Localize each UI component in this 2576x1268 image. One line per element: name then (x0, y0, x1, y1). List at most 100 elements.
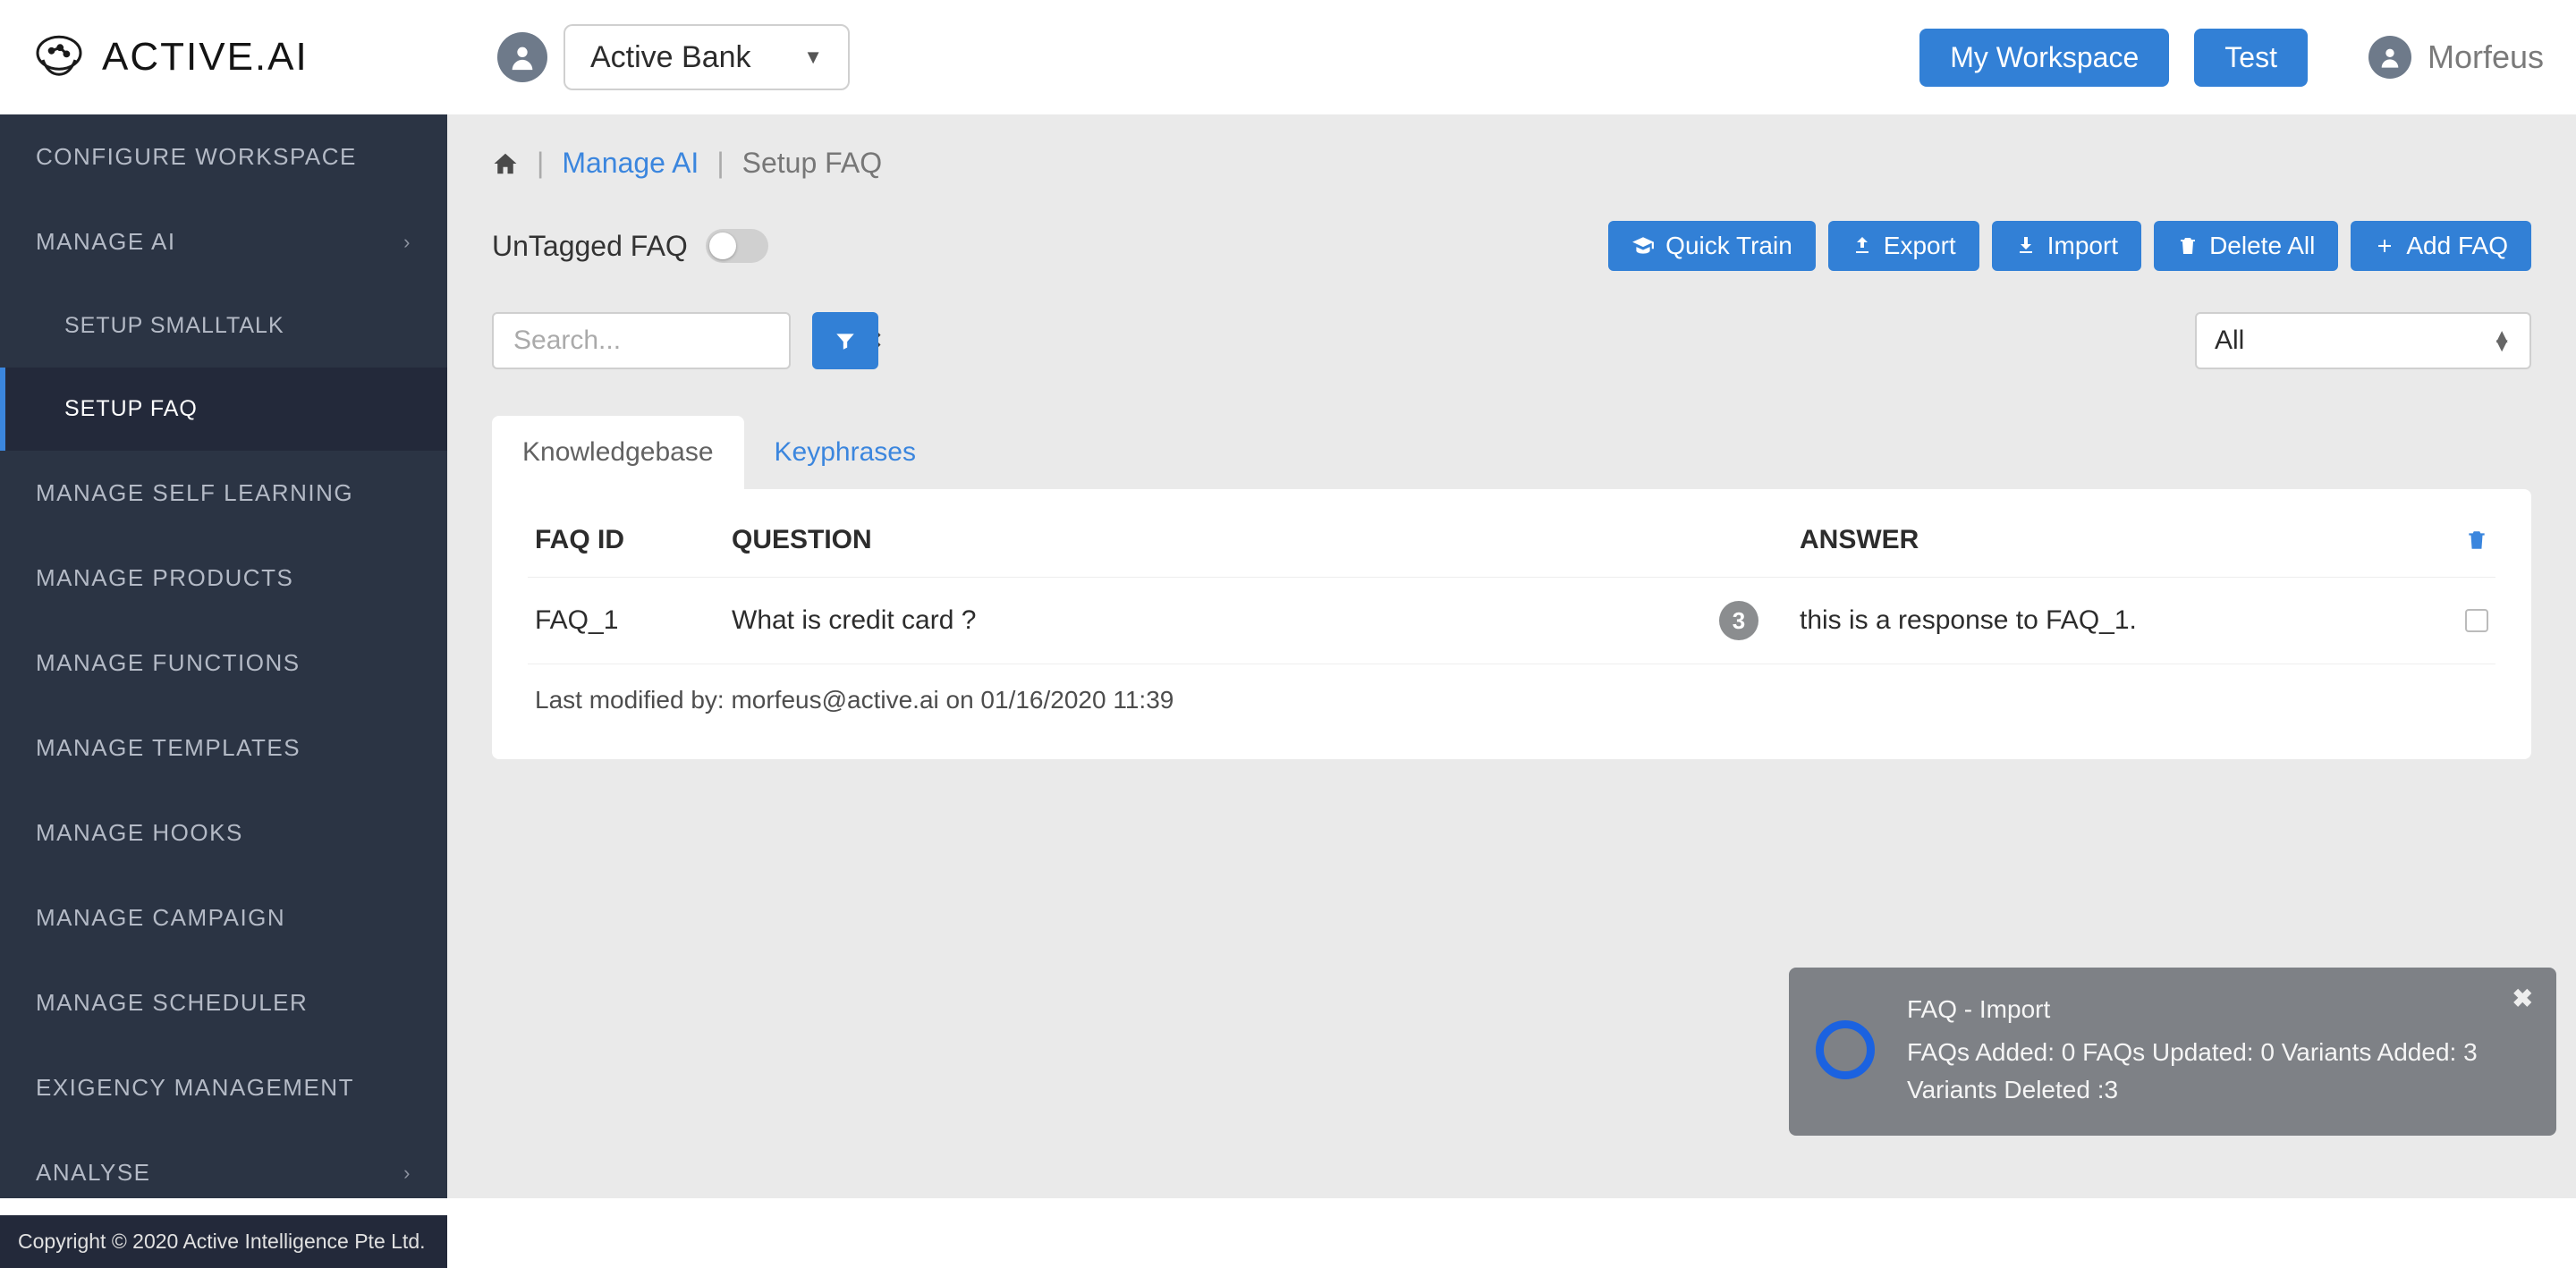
sidebar-item-manage-ai[interactable]: MANAGE AI › (0, 199, 447, 284)
search-bar: ✖ All ▲▼ (492, 312, 2531, 369)
caret-down-icon: ▼ (803, 46, 823, 69)
untagged-toggle[interactable] (706, 229, 768, 263)
search-input[interactable]: ✖ (492, 312, 791, 369)
sidebar-item-label: EXIGENCY MANAGEMENT (36, 1074, 354, 1102)
filter-selected-label: All (2215, 325, 2244, 356)
sidebar-item-exigency-management[interactable]: EXIGENCY MANAGEMENT (0, 1045, 447, 1130)
toolbar: UnTagged FAQ Quick Train Export (492, 221, 2531, 271)
user-name: Morfeus (2428, 38, 2544, 76)
my-workspace-button[interactable]: My Workspace (1919, 29, 2169, 87)
table-header: FAQ ID QUESTION ANSWER (528, 525, 2496, 578)
quick-train-button[interactable]: Quick Train (1608, 221, 1816, 271)
button-label: Import (2047, 232, 2118, 260)
button-label: Quick Train (1665, 232, 1792, 260)
home-icon[interactable] (492, 150, 519, 177)
sidebar-item-manage-scheduler[interactable]: MANAGE SCHEDULER (0, 960, 447, 1045)
chevron-right-icon: › (403, 1162, 411, 1185)
sidebar-item-manage-products[interactable]: MANAGE PRODUCTS (0, 536, 447, 621)
search-field[interactable] (512, 325, 860, 357)
add-faq-button[interactable]: Add FAQ (2351, 221, 2531, 271)
sidebar-item-setup-smalltalk[interactable]: SETUP SMALLTALK (0, 284, 447, 368)
sidebar-item-analyse[interactable]: ANALYSE › (0, 1130, 447, 1215)
sidebar-item-label: MANAGE PRODUCTS (36, 564, 293, 592)
action-row: Quick Train Export Import (1608, 221, 2531, 271)
sidebar-item-manage-campaign[interactable]: MANAGE CAMPAIGN (0, 875, 447, 960)
table-row[interactable]: FAQ_1 What is credit card ? 3 this is a … (528, 578, 2496, 664)
workspace-select[interactable]: Active Bank ▼ (564, 24, 850, 90)
user-block[interactable]: Morfeus (2368, 36, 2544, 79)
header: ACTIVE.AI Active Bank ▼ My Workspace Tes… (0, 0, 2576, 114)
upload-icon (1852, 235, 1873, 257)
variant-count-badge: 3 (1719, 601, 1758, 640)
toast-title: FAQ - Import (1907, 991, 2529, 1028)
cell-question: What is credit card ? (732, 605, 1719, 636)
sidebar-item-label: CONFIGURE WORKSPACE (36, 143, 357, 171)
cell-faq-id: FAQ_1 (535, 605, 732, 636)
sidebar-item-manage-templates[interactable]: MANAGE TEMPLATES (0, 706, 447, 790)
workspace-block: Active Bank ▼ (497, 24, 850, 90)
sidebar-item-label: MANAGE AI (36, 228, 176, 256)
delete-column-icon[interactable] (2465, 528, 2488, 552)
sidebar-item-label: MANAGE TEMPLATES (36, 734, 301, 762)
delete-all-button[interactable]: Delete All (2154, 221, 2338, 271)
import-button[interactable]: Import (1992, 221, 2141, 271)
sidebar-item-label: MANAGE SCHEDULER (36, 989, 308, 1017)
header-right: My Workspace Test Morfeus (1919, 29, 2544, 87)
sidebar-item-manage-hooks[interactable]: MANAGE HOOKS (0, 790, 447, 875)
tab-knowledgebase[interactable]: Knowledgebase (492, 416, 744, 489)
tab-keyphrases[interactable]: Keyphrases (744, 416, 946, 489)
cell-answer: this is a response to FAQ_1. (1800, 605, 2390, 636)
faq-table: FAQ ID QUESTION ANSWER FAQ_1 What is cre… (528, 525, 2496, 714)
filter-icon (834, 329, 857, 352)
toast-notification: ✖ FAQ - Import FAQs Added: 0 FAQs Update… (1789, 968, 2556, 1136)
last-modified: Last modified by: morfeus@active.ai on 0… (528, 664, 2496, 714)
chevron-right-icon: › (403, 231, 411, 254)
sidebar-item-manage-functions[interactable]: MANAGE FUNCTIONS (0, 621, 447, 706)
workspace-avatar-icon (497, 32, 547, 82)
sidebar-item-manage-self-learning[interactable]: MANAGE SELF LEARNING (0, 451, 447, 536)
sidebar-item-label: MANAGE HOOKS (36, 819, 243, 847)
sidebar-item-label: SETUP FAQ (64, 396, 198, 422)
button-label: Export (1884, 232, 1956, 260)
test-button[interactable]: Test (2194, 29, 2308, 87)
sidebar-item-configure-workspace[interactable]: CONFIGURE WORKSPACE (0, 114, 447, 199)
sidebar-item-label: MANAGE SELF LEARNING (36, 479, 353, 507)
download-icon (2015, 235, 2037, 257)
sidebar-item-label: MANAGE FUNCTIONS (36, 649, 301, 677)
button-label: Delete All (2209, 232, 2315, 260)
workspace-selected-label: Active Bank (590, 40, 751, 75)
brand: ACTIVE.AI (32, 30, 497, 84)
filter-button[interactable] (812, 312, 878, 369)
breadcrumb: | Manage AI | Setup FAQ (492, 147, 2531, 180)
sidebar-item-label: SETUP SMALLTALK (64, 313, 284, 339)
trash-icon (2177, 235, 2199, 257)
graduation-cap-icon (1631, 234, 1655, 258)
table-card: FAQ ID QUESTION ANSWER FAQ_1 What is cre… (492, 489, 2531, 759)
sidebar: CONFIGURE WORKSPACE MANAGE AI › SETUP SM… (0, 114, 447, 1198)
main: | Manage AI | Setup FAQ UnTagged FAQ Qui… (447, 114, 2576, 1198)
export-button[interactable]: Export (1828, 221, 1979, 271)
breadcrumb-separator: | (537, 147, 544, 180)
sidebar-item-label: MANAGE CAMPAIGN (36, 904, 285, 932)
sidebar-item-label: ANALYSE (36, 1159, 151, 1187)
toast-text: FAQs Added: 0 FAQs Updated: 0 Variants A… (1907, 1034, 2529, 1109)
brand-text: ACTIVE.AI (102, 35, 309, 80)
tabs: Knowledgebase Keyphrases (492, 416, 2531, 489)
sort-icon: ▲▼ (2492, 332, 2512, 350)
brand-icon (32, 30, 86, 84)
close-icon[interactable]: ✖ (2512, 984, 2533, 1013)
filter-select[interactable]: All ▲▼ (2195, 312, 2531, 369)
col-answer: ANSWER (1800, 525, 2390, 555)
user-avatar-icon (2368, 36, 2411, 79)
col-faq-id: FAQ ID (535, 525, 732, 555)
breadcrumb-link-manage-ai[interactable]: Manage AI (562, 147, 699, 180)
sidebar-item-setup-faq[interactable]: SETUP FAQ (0, 368, 447, 451)
breadcrumb-separator: | (716, 147, 724, 180)
plus-icon (2374, 235, 2395, 257)
row-checkbox[interactable] (2465, 609, 2488, 632)
copyright: Copyright © 2020 Active Intelligence Pte… (0, 1215, 447, 1268)
breadcrumb-current: Setup FAQ (742, 147, 883, 180)
spinner-icon (1816, 1020, 1875, 1079)
col-question: QUESTION (732, 525, 1719, 555)
button-label: Add FAQ (2406, 232, 2508, 260)
